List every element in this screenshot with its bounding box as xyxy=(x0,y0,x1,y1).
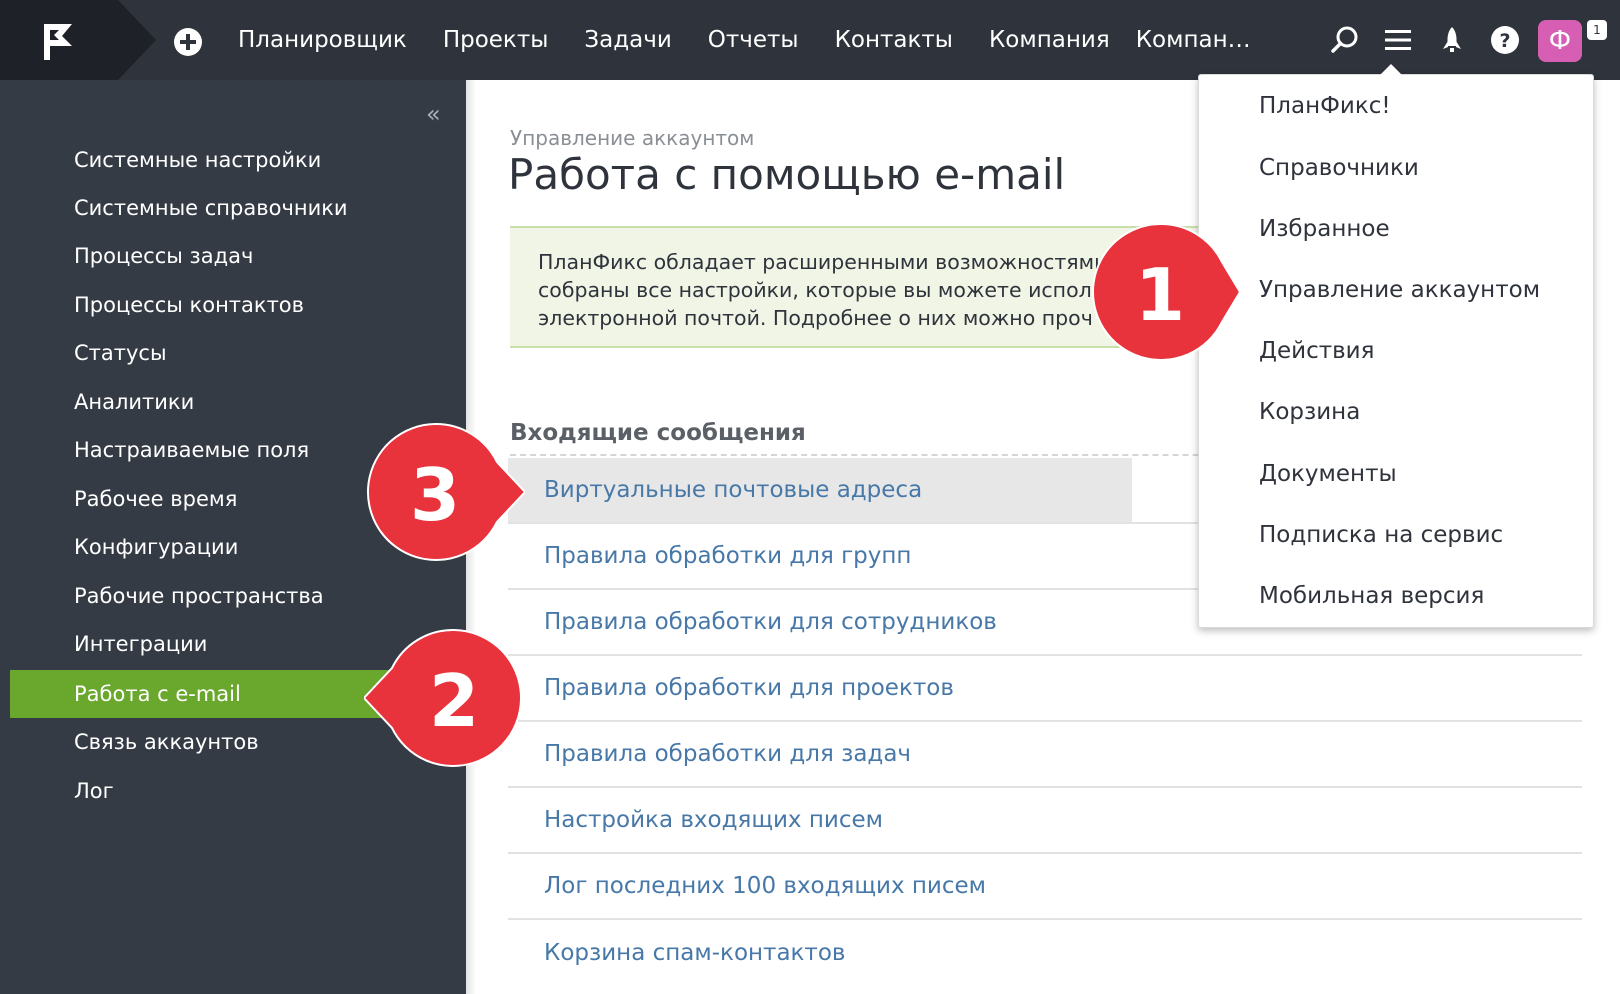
sidebar-item-custom-fields[interactable]: Настраиваемые поля xyxy=(10,426,396,474)
search-icon[interactable] xyxy=(1330,25,1360,55)
menu-item-trash[interactable]: Корзина xyxy=(1259,399,1360,425)
step-badge-3-label: 3 xyxy=(410,453,460,537)
nav-contacts[interactable]: Контакты xyxy=(835,27,953,53)
link-employee-rules[interactable]: Правила обработки для сотрудников xyxy=(544,609,997,635)
sidebar-item-system-settings[interactable]: Системные настройки xyxy=(10,136,396,184)
sidebar-item-system-directories[interactable]: Системные справочники xyxy=(10,184,396,232)
sidebar-item-work-time[interactable]: Рабочее время xyxy=(10,475,396,523)
section-title-incoming: Входящие сообщения xyxy=(510,420,806,446)
step-badge-1: 1 xyxy=(1092,222,1240,361)
logo-block[interactable] xyxy=(0,0,118,80)
nav-company[interactable]: Компания xyxy=(989,27,1110,53)
account-dropdown-menu: ПланФикс! Справочники Избранное Управлен… xyxy=(1198,74,1594,628)
nav-tasks[interactable]: Задачи xyxy=(584,27,671,53)
sidebar-item-workspaces[interactable]: Рабочие пространства xyxy=(10,572,396,620)
user-avatar[interactable]: Ф xyxy=(1538,20,1582,62)
logo-arrow-shape xyxy=(118,0,156,80)
link-project-rules[interactable]: Правила обработки для проектов xyxy=(544,675,954,701)
nav-company-truncated[interactable]: Компан… xyxy=(1136,27,1251,53)
link-group-rules[interactable]: Правила обработки для групп xyxy=(544,543,911,569)
link-row-project-rules[interactable]: Правила обработки для проектов xyxy=(508,656,1582,722)
link-virtual-addresses[interactable]: Виртуальные почтовые адреса xyxy=(544,477,922,503)
planfix-logo-icon xyxy=(44,24,72,60)
menu-item-actions[interactable]: Действия xyxy=(1259,338,1374,364)
link-row-incoming-log[interactable]: Лог последних 100 входящих писем xyxy=(508,854,1582,920)
link-incoming-settings[interactable]: Настройка входящих писем xyxy=(544,807,883,833)
info-line-1: ПланФикс обладает расширенными возможнос… xyxy=(538,250,1108,274)
help-icon[interactable]: ? xyxy=(1490,25,1520,55)
menu-item-account-management[interactable]: Управление аккаунтом xyxy=(1259,277,1540,303)
nav-projects[interactable]: Проекты xyxy=(443,27,549,53)
menu-item-mobile-version[interactable]: Мобильная версия xyxy=(1259,583,1484,609)
breadcrumb[interactable]: Управление аккаунтом xyxy=(510,126,754,150)
dropdown-caret xyxy=(1380,64,1402,75)
menu-item-planfix[interactable]: ПланФикс! xyxy=(1259,93,1391,119)
menu-item-directories[interactable]: Справочники xyxy=(1259,155,1419,181)
menu-item-documents[interactable]: Документы xyxy=(1259,461,1397,487)
sidebar-item-integrations[interactable]: Интеграции xyxy=(10,620,396,668)
top-bar: Планировщик Проекты Задачи Отчеты Контак… xyxy=(0,0,1620,80)
menu-item-subscription[interactable]: Подписка на сервис xyxy=(1259,522,1503,548)
step-badge-3: 3 xyxy=(367,422,525,561)
info-line-3: электронной почтой. Подробнее о них можн… xyxy=(538,306,1093,330)
sidebar-item-log[interactable]: Лог xyxy=(10,767,396,815)
svg-text:?: ? xyxy=(1499,30,1510,52)
link-row-task-rules[interactable]: Правила обработки для задач xyxy=(508,722,1582,788)
sidebar-item-task-processes[interactable]: Процессы задач xyxy=(10,232,396,280)
sidebar-item-email[interactable]: Работа с e-mail xyxy=(10,670,396,718)
sidebar-item-analytics[interactable]: Аналитики xyxy=(10,378,396,426)
sidebar-item-contact-processes[interactable]: Процессы контактов xyxy=(10,281,396,329)
nav-reports[interactable]: Отчеты xyxy=(708,27,799,53)
link-row-virtual-addresses[interactable]: Виртуальные почтовые адреса xyxy=(508,458,1132,524)
nav-planner[interactable]: Планировщик xyxy=(238,27,407,53)
sidebar-item-configurations[interactable]: Конфигурации xyxy=(10,523,396,571)
page-title: Работа с помощью e-mail xyxy=(508,150,1066,199)
sidebar-item-account-link[interactable]: Связь аккаунтов xyxy=(10,718,396,766)
link-task-rules[interactable]: Правила обработки для задач xyxy=(544,741,911,767)
collapse-sidebar-icon[interactable]: « xyxy=(426,100,441,128)
info-line-2: собраны все настройки, которые вы можете… xyxy=(538,278,1092,302)
menu-icon[interactable] xyxy=(1383,25,1413,55)
main-nav: Планировщик Проекты Задачи Отчеты Контак… xyxy=(238,0,1251,80)
notification-badge: 1 xyxy=(1587,20,1607,40)
step-badge-1-label: 1 xyxy=(1135,253,1185,337)
step-badge-2-label: 2 xyxy=(429,659,479,743)
rocket-icon[interactable] xyxy=(1437,25,1467,55)
link-spam-bin[interactable]: Корзина спам-контактов xyxy=(544,940,845,966)
link-incoming-log[interactable]: Лог последних 100 входящих писем xyxy=(544,873,986,899)
menu-item-favorites[interactable]: Избранное xyxy=(1259,216,1390,242)
link-row-incoming-settings[interactable]: Настройка входящих писем xyxy=(508,788,1582,854)
step-badge-2: 2 xyxy=(364,628,522,767)
link-row-spam-bin[interactable]: Корзина спам-контактов xyxy=(508,920,1582,986)
add-icon[interactable] xyxy=(173,27,203,57)
sidebar-item-statuses[interactable]: Статусы xyxy=(10,329,396,377)
